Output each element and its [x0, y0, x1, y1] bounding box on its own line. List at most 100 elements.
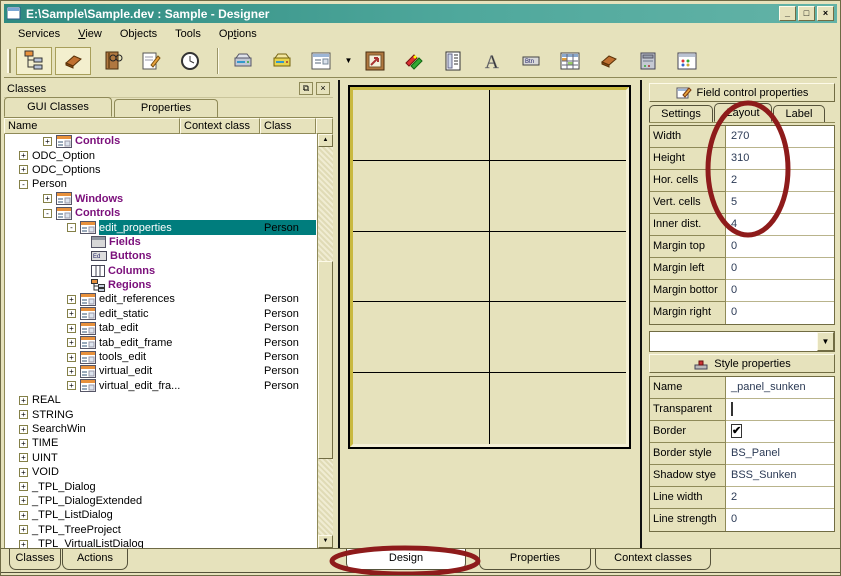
- tree-row-fields[interactable]: Fields: [6, 235, 316, 249]
- expand-icon[interactable]: +: [19, 396, 28, 405]
- tree-row-regions[interactable]: Regions: [6, 278, 316, 292]
- server-toolbar-button[interactable]: [630, 47, 666, 75]
- expand-icon[interactable]: +: [19, 525, 28, 534]
- property-value[interactable]: BSS_Sunken: [726, 465, 834, 487]
- expand-icon[interactable]: +: [67, 324, 76, 333]
- clock-toolbar-button[interactable]: [172, 47, 208, 75]
- expand-icon[interactable]: +: [19, 540, 28, 548]
- expand-icon[interactable]: +: [67, 367, 76, 376]
- expand-icon[interactable]: +: [19, 468, 28, 477]
- tree-row-virtual_edit[interactable]: +virtual_editPerson: [6, 364, 316, 378]
- drive-gray-toolbar-button[interactable]: [225, 47, 261, 75]
- book-toolbar-button[interactable]: [94, 47, 130, 75]
- collapse-icon[interactable]: -: [19, 180, 28, 189]
- tree-row-_tpl_dialogextended[interactable]: +_TPL_DialogExtended: [6, 494, 316, 508]
- checkbox-checked-icon[interactable]: ✔: [731, 424, 742, 438]
- mini-button-toolbar-button[interactable]: Btn: [513, 47, 549, 75]
- tree-row-time[interactable]: +TIME: [6, 436, 316, 450]
- tree-view-toolbar-button[interactable]: [16, 47, 52, 75]
- column-header-class[interactable]: Class: [260, 118, 316, 134]
- drive-yellow-toolbar-button[interactable]: [264, 47, 300, 75]
- tree-row-controls[interactable]: -Controls: [6, 206, 316, 220]
- float-panel-button[interactable]: ⧉: [299, 82, 313, 95]
- bottom-tab-actions[interactable]: Actions: [62, 549, 128, 570]
- report-toolbar-button[interactable]: [435, 47, 471, 75]
- design-surface[interactable]: [348, 85, 631, 449]
- tree-row-edit_references[interactable]: +edit_referencesPerson: [6, 292, 316, 306]
- edit-note-toolbar-button[interactable]: [133, 47, 169, 75]
- property-value[interactable]: 4: [726, 214, 834, 236]
- tree-row-odc_options[interactable]: +ODC_Options: [6, 163, 316, 177]
- property-value[interactable]: 2: [726, 487, 834, 509]
- expand-icon[interactable]: +: [19, 439, 28, 448]
- column-header-name[interactable]: Name: [4, 118, 180, 134]
- tree-row-uint[interactable]: +UINT: [6, 451, 316, 465]
- expand-icon[interactable]: +: [19, 453, 28, 462]
- property-value[interactable]: ✔: [726, 421, 834, 443]
- tree-row-controls[interactable]: +Controls: [6, 134, 316, 148]
- checkbox-unchecked-icon[interactable]: [731, 402, 733, 416]
- expand-icon[interactable]: +: [43, 194, 52, 203]
- menu-item-view[interactable]: View: [70, 26, 110, 42]
- expand-icon[interactable]: +: [19, 151, 28, 160]
- table-toolbar-button[interactable]: [552, 47, 588, 75]
- menu-item-services[interactable]: Services: [10, 26, 68, 42]
- close-panel-button[interactable]: ×: [316, 82, 330, 95]
- design-grid-cell[interactable]: [353, 161, 490, 232]
- expand-icon[interactable]: +: [19, 425, 28, 434]
- tab-properties[interactable]: Properties: [114, 99, 218, 117]
- scroll-down-button[interactable]: ▼: [318, 535, 333, 548]
- design-grid-cell[interactable]: [490, 161, 627, 232]
- property-value[interactable]: 310: [726, 148, 834, 170]
- scroll-up-button[interactable]: ▲: [318, 134, 333, 147]
- property-value[interactable]: 0: [726, 258, 834, 280]
- menu-item-options[interactable]: Options: [211, 26, 265, 42]
- design-grid-cell[interactable]: [490, 373, 627, 444]
- eraser-brown-toolbar-button[interactable]: [591, 47, 627, 75]
- image-toolbar-button[interactable]: [357, 47, 393, 75]
- style-combobox[interactable]: ▼: [649, 331, 835, 352]
- tab-settings[interactable]: Settings: [649, 105, 713, 122]
- minimize-button[interactable]: _: [779, 6, 796, 21]
- tree-row-searchwin[interactable]: +SearchWin: [6, 422, 316, 436]
- design-grid-cell[interactable]: [490, 232, 627, 303]
- design-grid-cell[interactable]: [353, 373, 490, 444]
- bottom-tab-classes[interactable]: Classes: [9, 549, 61, 570]
- property-value[interactable]: BS_Panel: [726, 443, 834, 465]
- tree-row-void[interactable]: +VOID: [6, 465, 316, 479]
- design-grid-cell[interactable]: [353, 232, 490, 303]
- close-button[interactable]: ×: [817, 6, 834, 21]
- tree-row-_tpl_treeproject[interactable]: +_TPL_TreeProject: [6, 523, 316, 537]
- expand-icon[interactable]: +: [67, 295, 76, 304]
- design-grid-cell[interactable]: [353, 302, 490, 373]
- eraser-toolbar-button[interactable]: [55, 47, 91, 75]
- property-value[interactable]: 0: [726, 236, 834, 258]
- bottom-tab-context-classes[interactable]: Context classes: [595, 549, 711, 570]
- dialog-toolbar-button[interactable]: [669, 47, 705, 75]
- tree-row-tools_edit[interactable]: +tools_editPerson: [6, 350, 316, 364]
- property-value[interactable]: _panel_sunken: [726, 377, 834, 399]
- property-value[interactable]: 270: [726, 126, 834, 148]
- scrollbar-thumb[interactable]: [318, 261, 333, 459]
- app-icon[interactable]: [7, 7, 21, 20]
- maximize-button[interactable]: □: [798, 6, 815, 21]
- bottom-tab-design[interactable]: Design: [346, 549, 466, 570]
- collapse-icon[interactable]: -: [43, 209, 52, 218]
- property-value[interactable]: 0: [726, 302, 834, 324]
- tab-label[interactable]: Label: [773, 105, 825, 122]
- tree-row-columns[interactable]: Columns: [6, 264, 316, 278]
- expand-icon[interactable]: +: [43, 137, 52, 146]
- expand-icon[interactable]: +: [67, 338, 76, 347]
- collapse-icon[interactable]: -: [67, 223, 76, 232]
- column-header-context-class[interactable]: Context class: [180, 118, 260, 134]
- toolbar-grip[interactable]: [7, 49, 11, 73]
- design-grid-cell[interactable]: [490, 90, 627, 161]
- tree-row-edit_static[interactable]: +edit_staticPerson: [6, 307, 316, 321]
- tree-row-buttons[interactable]: EdButtons: [6, 249, 316, 263]
- property-value[interactable]: 2: [726, 170, 834, 192]
- dropdown-arrow-icon[interactable]: ▼: [342, 47, 355, 75]
- property-value[interactable]: 5: [726, 192, 834, 214]
- tree-row-edit_properties[interactable]: -edit_propertiesPerson: [6, 220, 316, 234]
- design-grid-cell[interactable]: [490, 302, 627, 373]
- expand-icon[interactable]: +: [67, 309, 76, 318]
